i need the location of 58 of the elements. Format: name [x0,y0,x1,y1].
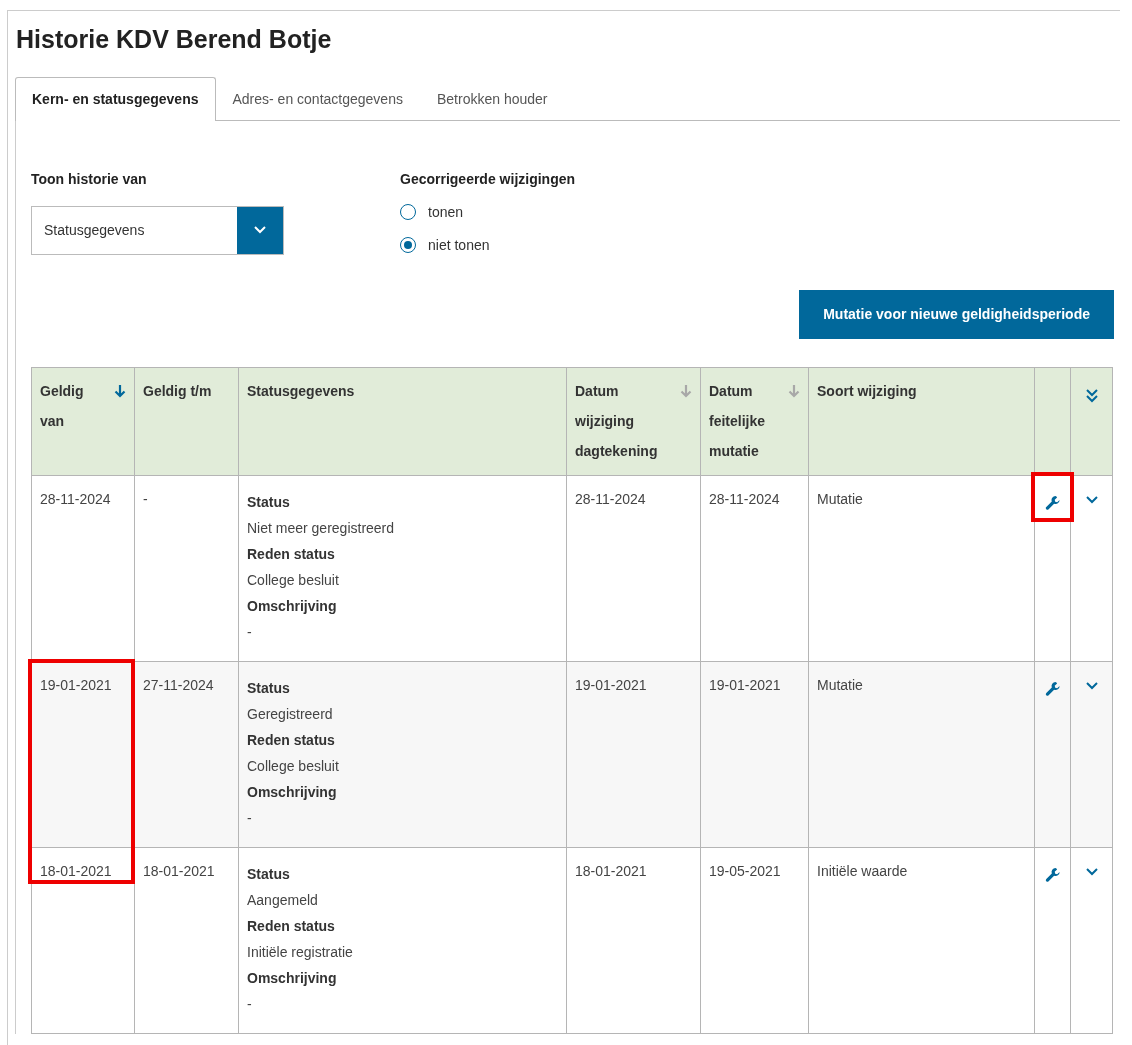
tab[interactable]: Adres- en contactgegevens [215,76,420,120]
table-cell: 19-01-2021 [40,676,112,693]
tab[interactable]: Kern- en statusgegevens [15,76,216,121]
field-value: Initiële registratie [247,942,354,962]
field-label: Status [247,864,291,884]
field-value: - [247,808,253,828]
radio-label[interactable]: tonen [428,201,464,223]
table-cell: 28-11-2024 [40,490,111,507]
field-label: Reden status [247,730,336,750]
table-cell: 18-01-2021 [575,862,647,879]
field-value: College besluit [247,756,340,776]
field-value: Aangemeld [247,890,319,910]
wrench-icon[interactable] [1044,680,1061,697]
tab[interactable]: Betrokken houder [419,76,565,120]
table-cell: Initiële waarde [817,862,908,879]
table-cell: Mutatie [817,676,863,693]
field-value: Geregistreerd [247,704,334,724]
table-cell: 27-11-2024 [143,676,214,693]
table-cell: 19-05-2021 [709,862,781,879]
table-cell: 19-01-2021 [709,676,781,693]
column-header: Statusgegevens [247,381,355,401]
field-label: Omschrijving [247,596,338,616]
column-header: Geldig t/m [143,381,212,401]
wrench-icon[interactable] [1044,494,1061,511]
field-label: Toon historie van [31,169,148,189]
table-cell: - [143,490,148,507]
field-value: College besluit [247,570,340,590]
field-value: - [247,622,253,642]
field-label: Reden status [247,916,336,936]
column-header: Geldig van [40,381,85,431]
chevron-down-icon[interactable] [1085,495,1098,504]
field-label: Omschrijving [247,968,338,988]
field-label: Reden status [247,544,336,564]
field-label: Omschrijving [247,782,338,802]
chevron-down-icon[interactable] [1085,867,1098,876]
field-value: - [247,994,253,1014]
radio-label[interactable]: niet tonen [428,234,490,256]
field-label: Status [247,678,291,698]
wrench-icon[interactable] [1044,866,1061,883]
history-select[interactable]: Statusgegevens [31,205,284,255]
field-label: Gecorrigeerde wijzigingen [400,169,576,189]
column-header: Datum feitelijke mutatie [709,381,767,461]
chevron-down-icon [254,226,266,234]
table-cell: Mutatie [817,490,863,507]
expand-all-icon[interactable] [1085,388,1098,403]
column-header: Soort wijziging [817,381,917,401]
chevron-down-icon[interactable] [1085,681,1098,690]
page-title: Historie KDV Berend Botje [16,24,333,55]
field-value: Niet meer geregistreerd [247,518,396,538]
table-cell: 19-01-2021 [575,676,647,693]
table-cell: 18-01-2021 [40,862,112,879]
table-cell: 18-01-2021 [143,862,215,879]
table-cell: 28-11-2024 [709,490,780,507]
field-label: Status [247,492,291,512]
column-header: Datum wijziging dagtekening [575,381,659,461]
sort-arrow-icon[interactable] [114,383,126,398]
table-cell: 28-11-2024 [575,490,646,507]
new-period-button[interactable]: Mutatie voor nieuwe geldigheidsperiode [799,289,1114,339]
